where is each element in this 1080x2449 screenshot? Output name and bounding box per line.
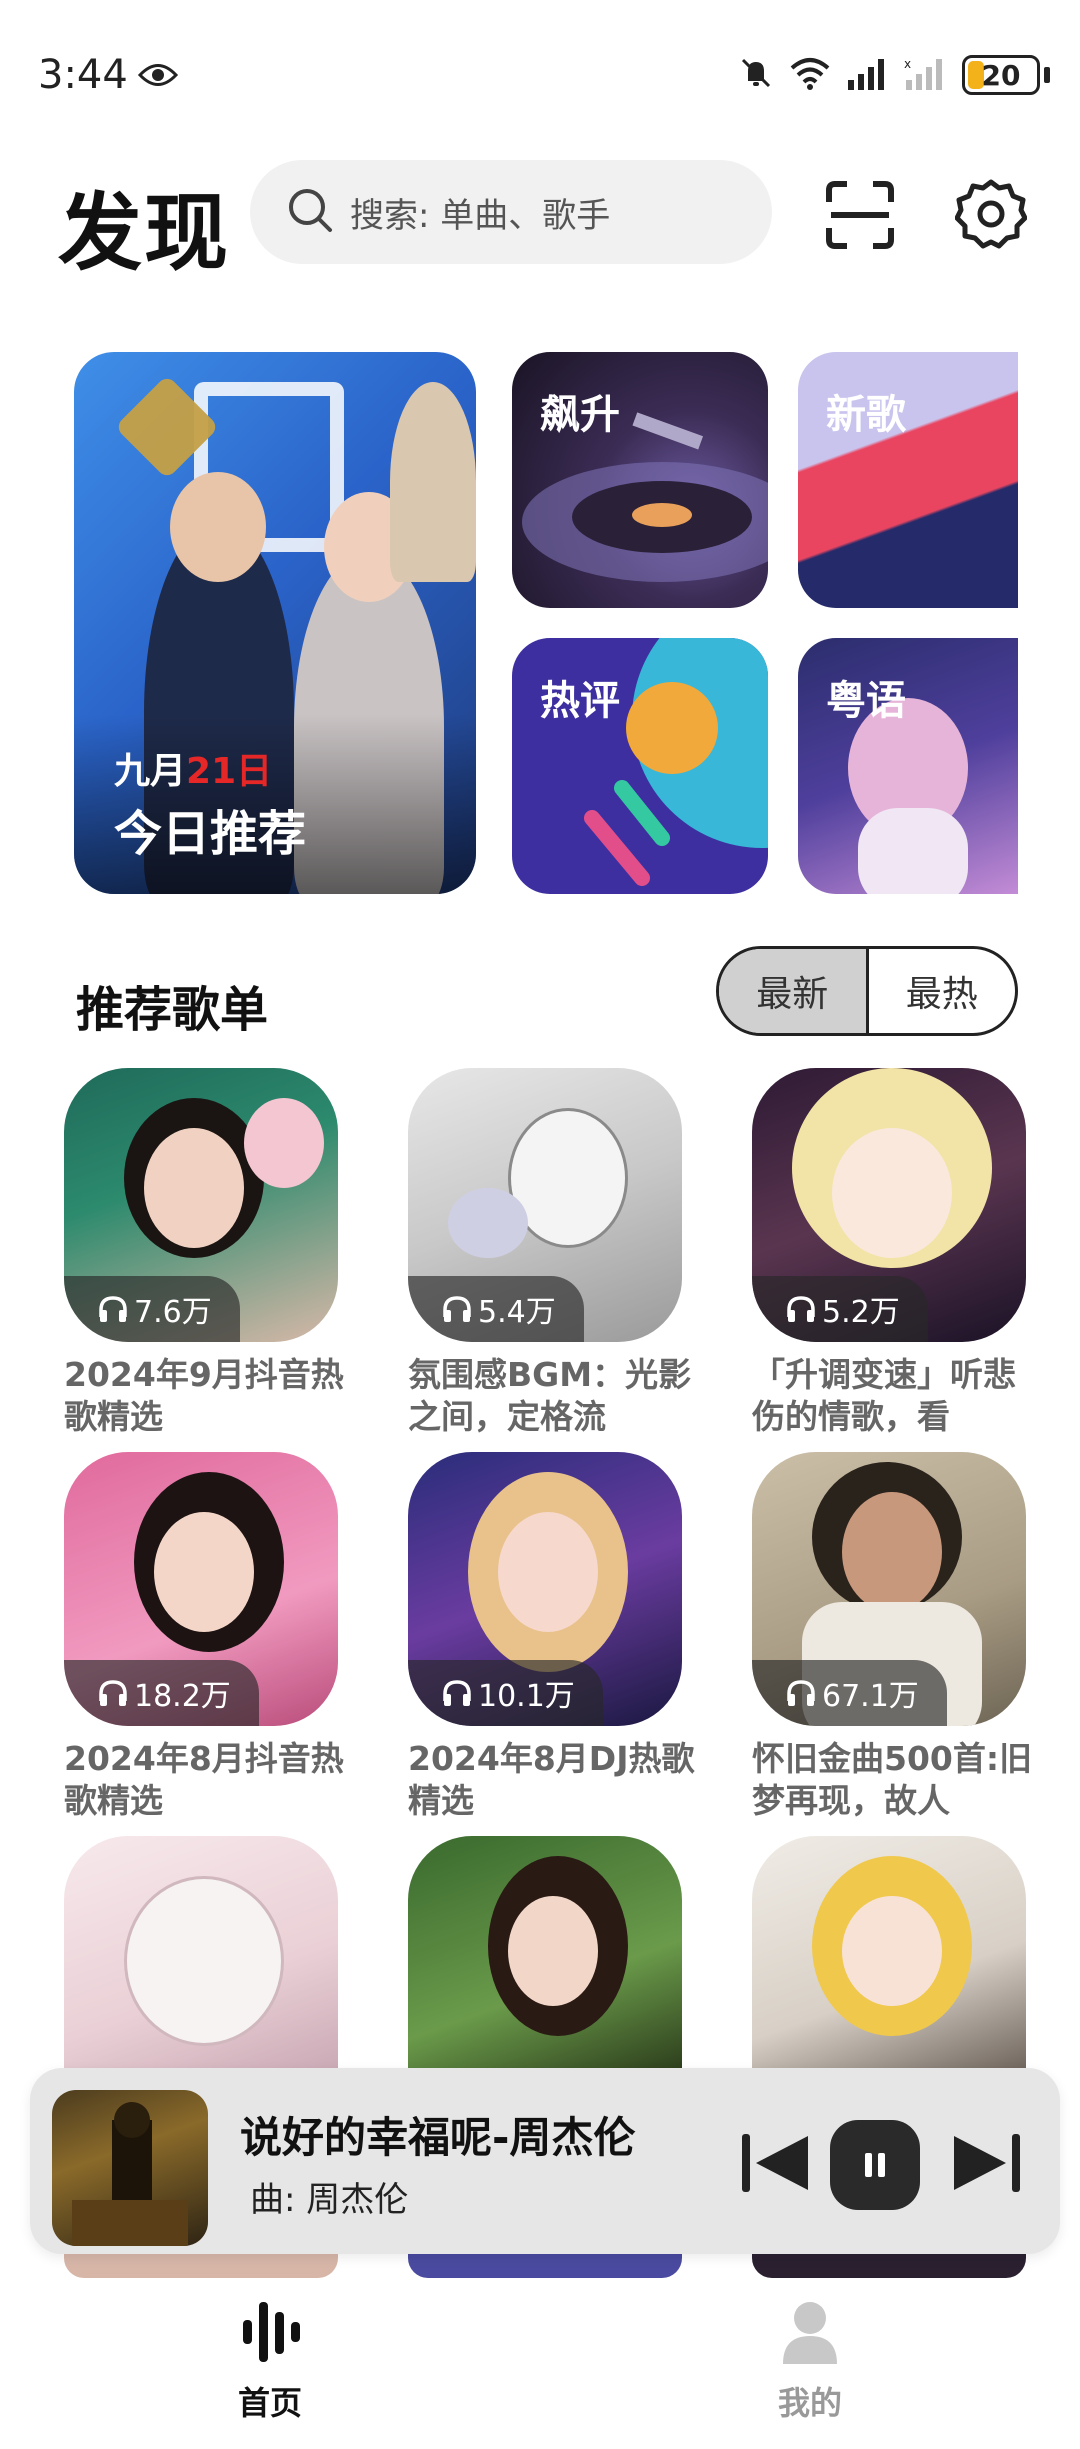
recommend-date: 九月21日 xyxy=(114,751,273,792)
signal-icon xyxy=(846,56,890,94)
now-playing-cover xyxy=(52,2090,208,2246)
signal-2-icon: x xyxy=(904,56,948,94)
chart-rising-tile[interactable]: 飙升 xyxy=(512,352,768,608)
playlist-cover xyxy=(752,1836,1026,2076)
playlist-title: 2024年8月抖音热歌精选 xyxy=(64,1739,344,1820)
play-count: 18.2万 xyxy=(64,1660,259,1726)
play-count: 5.4万 xyxy=(408,1276,584,1342)
wifi-icon xyxy=(788,56,832,94)
playlist-title: 氛围感BGM：光影之间，定格流 xyxy=(408,1355,692,1436)
nav-me-label: 我的 xyxy=(777,2384,842,2422)
gear-icon[interactable] xyxy=(954,178,1028,250)
status-icons: x 20 xyxy=(738,55,1050,95)
status-time: 3:44 xyxy=(38,52,128,98)
sound-wave-icon xyxy=(235,2296,305,2370)
header: 发现 搜索: 单曲、歌手 xyxy=(0,160,1080,282)
playlist-cover xyxy=(408,1836,682,2076)
playlist-title: 怀旧金曲500首:旧梦再现，故人 xyxy=(752,1739,1033,1820)
section-title: 推荐歌单 xyxy=(76,982,269,1038)
status-bar: 3:44 x 20 xyxy=(0,0,1080,150)
nav-home-label: 首页 xyxy=(237,2384,302,2422)
svg-text:x: x xyxy=(904,57,911,71)
sort-toggle: 最新 最热 xyxy=(716,946,1018,1036)
next-track-icon[interactable] xyxy=(946,2128,1026,2198)
tile-label: 热评 xyxy=(540,678,620,724)
playlist-cover xyxy=(64,1836,338,2076)
play-count: 5.2万 xyxy=(752,1276,928,1342)
tile-label: 新歌 xyxy=(826,392,906,438)
battery-icon: 20 xyxy=(962,55,1040,95)
playlist-cover: 10.1万 xyxy=(408,1452,682,1726)
playlist-cover: 18.2万 xyxy=(64,1452,338,1726)
tile-label: 粤语 xyxy=(826,678,906,724)
tab-hottest[interactable]: 最热 xyxy=(869,949,1016,1033)
cantonese-tile[interactable]: 粤语 xyxy=(798,638,1018,894)
nav-home[interactable]: 首页 xyxy=(170,2296,370,2424)
previous-track-icon[interactable] xyxy=(736,2128,816,2198)
featured-section: 九月21日 今日推荐 飙升 新歌 热评 粤语 xyxy=(0,352,1080,904)
user-icon xyxy=(775,2296,845,2370)
scan-icon[interactable] xyxy=(825,180,895,250)
playlist-title: 「升调变速」听悲伤的情歌，看 xyxy=(752,1355,1016,1436)
search-icon xyxy=(286,186,334,238)
play-count: 7.6万 xyxy=(64,1276,240,1342)
new-songs-tile[interactable]: 新歌 xyxy=(798,352,1018,608)
playlist-cover: 7.6万 xyxy=(64,1068,338,1342)
nav-me[interactable]: 我的 xyxy=(710,2296,910,2424)
tile-label: 飙升 xyxy=(540,392,620,438)
page-title: 发现 xyxy=(58,184,231,282)
playlist-title: 2024年8月DJ热歌精选 xyxy=(408,1739,695,1820)
search-placeholder: 搜索: 单曲、歌手 xyxy=(350,195,611,236)
playlist-cover: 5.2万 xyxy=(752,1068,1026,1342)
now-playing-title: 说好的幸福呢-周杰伦 xyxy=(240,2113,636,2162)
play-count: 10.1万 xyxy=(408,1660,603,1726)
tab-newest[interactable]: 最新 xyxy=(719,949,869,1033)
play-count: 67.1万 xyxy=(752,1660,947,1726)
search-input[interactable]: 搜索: 单曲、歌手 xyxy=(250,160,772,264)
now-playing-artist: 曲: 周杰伦 xyxy=(250,2180,409,2220)
eye-icon xyxy=(137,62,179,92)
hot-comments-tile[interactable]: 热评 xyxy=(512,638,768,894)
playlist-cover: 67.1万 xyxy=(752,1452,1026,1726)
battery-level: 20 xyxy=(981,58,1021,92)
pause-button[interactable] xyxy=(830,2120,920,2210)
playlist-cover: 5.4万 xyxy=(408,1068,682,1342)
now-playing-bar[interactable]: 说好的幸福呢-周杰伦 曲: 周杰伦 xyxy=(30,2068,1060,2254)
mute-bell-icon xyxy=(738,55,774,95)
bottom-nav: 首页 我的 xyxy=(0,2280,1080,2449)
playlist-title: 2024年9月抖音热歌精选 xyxy=(64,1355,344,1436)
recommend-title: 今日推荐 xyxy=(114,806,307,862)
daily-recommend-card[interactable]: 九月21日 今日推荐 xyxy=(74,352,476,894)
